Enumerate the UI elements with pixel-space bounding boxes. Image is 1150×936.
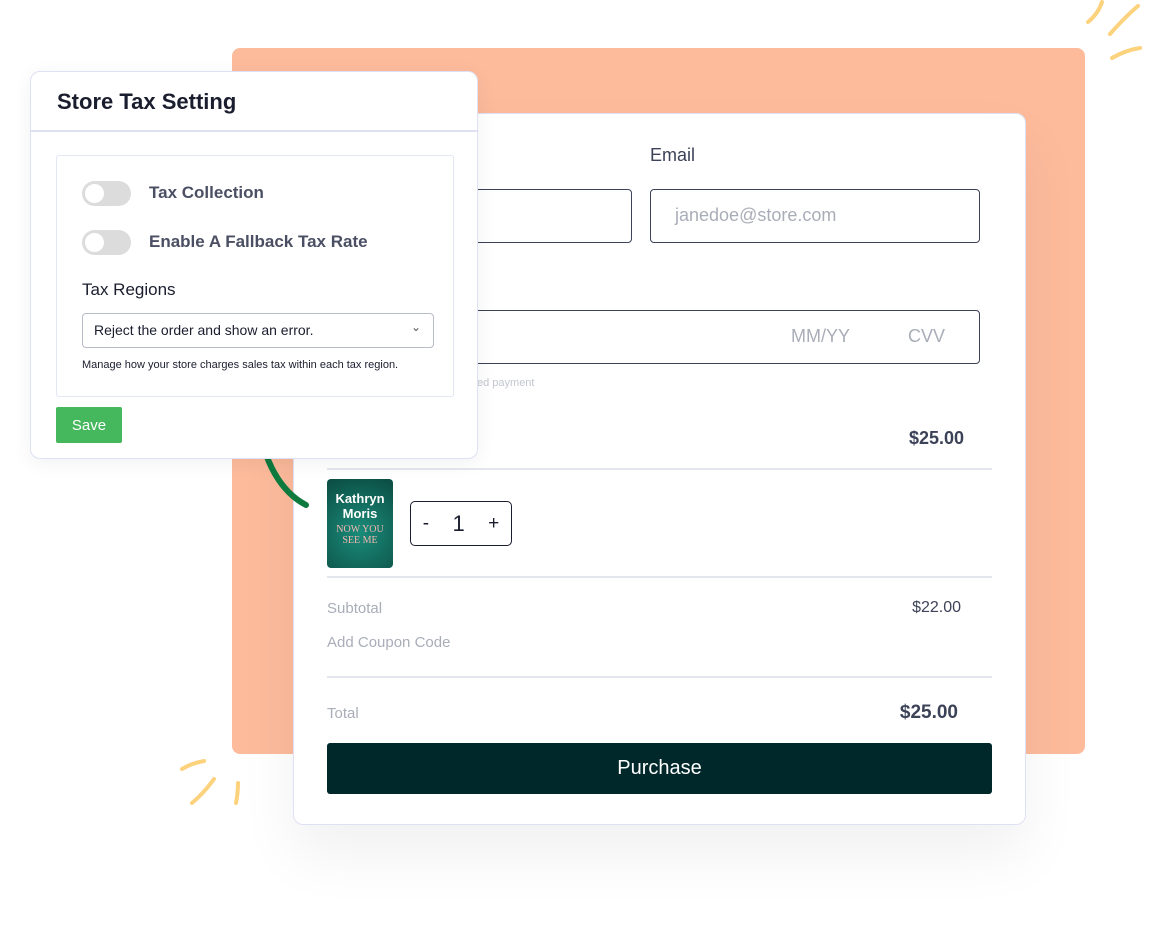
purchase-button[interactable]: Purchase	[327, 743, 992, 794]
total-label: Total	[327, 705, 359, 722]
payment-note: ed payment	[477, 377, 535, 389]
total-value: $25.00	[899, 702, 958, 723]
email-input[interactable]: janedoe@store.com	[650, 189, 980, 243]
tax-collection-label: Tax Collection	[149, 183, 264, 202]
subtotal-label: Subtotal	[327, 600, 383, 617]
panel-title: Store Tax Setting	[57, 89, 237, 114]
tax-collection-toggle[interactable]	[82, 181, 131, 206]
tax-regions-label: Tax Regions	[82, 280, 176, 299]
expiry-placeholder: MM/YY	[791, 326, 851, 346]
quantity-stepper[interactable]: - 1 +	[410, 501, 512, 546]
cvv-placeholder: CVV	[908, 326, 946, 346]
fallback-tax-toggle[interactable]	[82, 230, 131, 255]
store-tax-setting-panel: Store Tax Setting Tax Collection Enable …	[30, 71, 478, 459]
subtotal-value: $22.00	[912, 599, 961, 616]
tax-regions-help: Manage how your store charges sales tax …	[82, 359, 399, 371]
save-button[interactable]: Save	[56, 407, 122, 443]
tax-settings-group: Tax Collection Enable A Fallback Tax Rat…	[56, 155, 454, 397]
divider	[327, 576, 992, 578]
email-label: Email	[650, 145, 696, 165]
sparkle-icon	[180, 759, 240, 805]
divider	[327, 468, 992, 470]
fallback-tax-label: Enable A Fallback Tax Rate	[149, 232, 368, 251]
tax-regions-select[interactable]: Reject the order and show an error. ⌄	[82, 313, 434, 348]
divider	[31, 130, 477, 132]
header-price: $25.00	[908, 428, 964, 448]
increment-button[interactable]: +	[488, 513, 499, 535]
chevron-down-icon: ⌄	[410, 320, 421, 334]
product-image: Kathryn Moris NOW YOU SEE ME	[327, 479, 393, 568]
divider	[327, 676, 992, 678]
decrement-button[interactable]: -	[423, 513, 429, 535]
quantity-value: 1	[452, 510, 465, 536]
add-coupon-link[interactable]: Add Coupon Code	[327, 634, 450, 651]
sparkle-icon	[1086, 0, 1142, 60]
